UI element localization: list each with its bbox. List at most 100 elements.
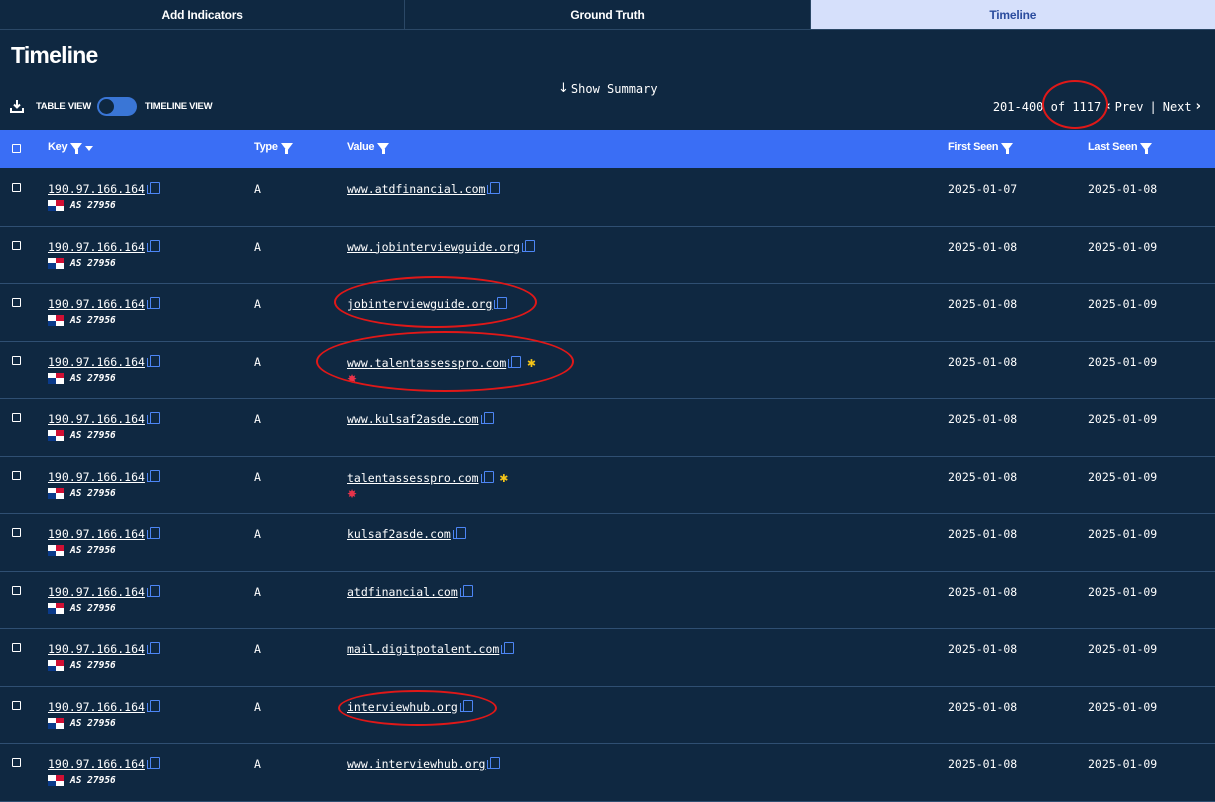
- value-link[interactable]: www.atdfinancial.com: [347, 182, 485, 196]
- last-seen-cell: 2025-01-09: [1088, 527, 1158, 541]
- key-link[interactable]: 190.97.166.164: [48, 297, 145, 311]
- copy-icon[interactable]: [146, 757, 160, 769]
- table-row: 190.97.166.164 AS 27956 A kulsaf2asde.co…: [0, 514, 1215, 572]
- type-cell: A: [254, 412, 261, 426]
- view-toggle-switch[interactable]: [96, 96, 137, 116]
- copy-icon[interactable]: [146, 182, 160, 194]
- column-type[interactable]: Type: [254, 141, 293, 154]
- pagination: 201-400 of 1117 ‹ Prev | Next ›: [993, 99, 1205, 114]
- row-checkbox[interactable]: [12, 585, 21, 595]
- page-title: Timeline: [11, 42, 98, 68]
- copy-icon[interactable]: [146, 239, 160, 252]
- filter-icon[interactable]: [280, 143, 293, 154]
- key-link[interactable]: 190.97.166.164: [48, 470, 145, 484]
- value-link[interactable]: interviewhub.org: [347, 700, 458, 714]
- row-checkbox[interactable]: [12, 298, 21, 307]
- value-link[interactable]: jobinterviewguide.org: [347, 297, 492, 311]
- copy-icon[interactable]: [146, 584, 160, 597]
- row-checkbox[interactable]: [12, 528, 21, 537]
- copy-icon[interactable]: [146, 297, 160, 309]
- timeline-view-label[interactable]: TIMELINE VIEW: [145, 101, 213, 112]
- key-link[interactable]: 190.97.166.164: [48, 240, 145, 254]
- copy-icon[interactable]: [494, 297, 508, 309]
- last-seen-cell: 2025-01-08: [1088, 182, 1158, 196]
- copy-icon[interactable]: [487, 757, 501, 769]
- first-seen-cell: 2025-01-08: [948, 757, 1018, 771]
- tab-add-indicators[interactable]: Add Indicators: [0, 0, 406, 29]
- value-link[interactable]: www.interviewhub.org: [347, 757, 485, 771]
- star-icon: ✱: [499, 469, 508, 486]
- page-total: 1117: [1072, 99, 1102, 114]
- column-value[interactable]: Value: [347, 141, 390, 154]
- key-link[interactable]: 190.97.166.164: [48, 355, 145, 369]
- value-link[interactable]: talentassesspro.com: [347, 471, 479, 485]
- first-seen-cell: 2025-01-08: [948, 469, 1018, 484]
- row-checkbox[interactable]: [12, 758, 21, 767]
- row-checkbox[interactable]: [12, 643, 21, 652]
- download-icon[interactable]: [10, 99, 24, 113]
- last-seen-cell: 2025-01-09: [1088, 584, 1158, 599]
- table-view-label[interactable]: TABLE VIEW: [36, 101, 91, 112]
- row-checkbox[interactable]: [12, 413, 21, 422]
- select-all-checkbox[interactable]: [12, 144, 21, 153]
- column-first-seen[interactable]: First Seen: [948, 141, 1014, 154]
- chevron-right-icon[interactable]: ›: [1196, 99, 1201, 114]
- top-tabs: Add Indicators Ground Truth Timeline: [0, 0, 1215, 30]
- last-seen-cell: 2025-01-09: [1088, 297, 1158, 311]
- value-link[interactable]: kulsaf2asde.com: [347, 527, 451, 541]
- copy-icon[interactable]: [522, 239, 536, 252]
- copy-icon[interactable]: [452, 527, 466, 539]
- filter-icon[interactable]: [1001, 143, 1014, 154]
- prev-page-button[interactable]: Prev: [1115, 100, 1144, 114]
- flag-icon: [48, 430, 64, 441]
- filter-icon[interactable]: [70, 143, 83, 154]
- copy-icon[interactable]: [508, 355, 522, 368]
- key-link[interactable]: 190.97.166.164: [48, 412, 145, 426]
- key-link[interactable]: 190.97.166.164: [48, 182, 145, 196]
- row-checkbox[interactable]: [12, 240, 21, 250]
- row-checkbox[interactable]: [12, 355, 21, 365]
- value-link[interactable]: www.jobinterviewguide.org: [347, 240, 520, 254]
- copy-icon[interactable]: [146, 354, 160, 367]
- asn-label: AS 27956: [70, 315, 116, 326]
- sort-down-icon[interactable]: [85, 146, 94, 151]
- value-link[interactable]: www.kulsaf2asde.com: [347, 412, 479, 426]
- first-seen-cell: 2025-01-08: [948, 527, 1018, 541]
- copy-icon[interactable]: [487, 182, 501, 194]
- filter-icon[interactable]: [377, 143, 390, 154]
- first-seen-cell: 2025-01-08: [948, 297, 1018, 311]
- column-last-seen[interactable]: Last Seen: [1088, 141, 1153, 154]
- chevron-left-icon[interactable]: ‹: [1105, 99, 1110, 114]
- copy-icon[interactable]: [480, 412, 494, 424]
- row-checkbox[interactable]: [12, 470, 21, 480]
- filter-icon[interactable]: [1140, 143, 1153, 154]
- row-checkbox[interactable]: [12, 183, 21, 192]
- value-link[interactable]: mail.digitpotalent.com: [347, 642, 499, 656]
- tab-timeline[interactable]: Timeline: [810, 0, 1215, 29]
- copy-icon[interactable]: [146, 699, 160, 712]
- copy-icon[interactable]: [501, 642, 515, 654]
- copy-icon[interactable]: [459, 584, 473, 597]
- value-link[interactable]: atdfinancial.com: [347, 585, 458, 599]
- show-summary-button[interactable]: ↓ Show Summary: [558, 81, 658, 96]
- copy-icon[interactable]: [459, 699, 473, 712]
- copy-icon[interactable]: [480, 470, 494, 483]
- next-page-button[interactable]: Next: [1163, 100, 1192, 114]
- table-row: 190.97.166.164 AS 27956 A talentassesspr…: [0, 457, 1215, 514]
- type-cell: A: [254, 182, 261, 196]
- copy-icon[interactable]: [146, 527, 160, 539]
- column-key[interactable]: Key: [48, 141, 94, 154]
- first-seen-cell: 2025-01-08: [948, 412, 1018, 426]
- key-link[interactable]: 190.97.166.164: [48, 585, 145, 599]
- key-link[interactable]: 190.97.166.164: [48, 527, 145, 541]
- copy-icon[interactable]: [146, 412, 160, 424]
- key-link[interactable]: 190.97.166.164: [48, 757, 145, 771]
- copy-icon[interactable]: [146, 642, 160, 654]
- flag-icon: [48, 602, 64, 614]
- row-checkbox[interactable]: [12, 700, 21, 710]
- value-link[interactable]: www.talentassesspro.com: [347, 356, 506, 370]
- key-link[interactable]: 190.97.166.164: [48, 700, 145, 714]
- copy-icon[interactable]: [146, 469, 160, 482]
- tab-ground-truth[interactable]: Ground Truth: [405, 0, 811, 29]
- key-link[interactable]: 190.97.166.164: [48, 642, 145, 656]
